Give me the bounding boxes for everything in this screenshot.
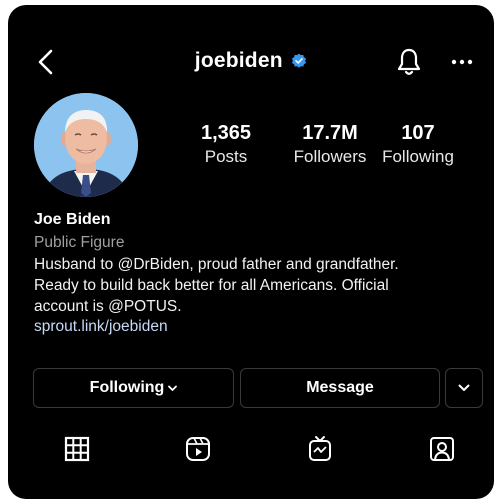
posts-value: 1,365: [200, 122, 252, 144]
chevron-down-icon: [458, 384, 470, 391]
profile-screen: joebiden 1,365 Posts 17.7M Followers 107…: [8, 5, 494, 499]
more-dots-icon[interactable]: [450, 57, 474, 67]
bio-line: account is @POTUS.: [34, 298, 182, 315]
posts-count[interactable]: 1,365 Posts: [188, 122, 264, 168]
following-value: 107: [401, 122, 435, 144]
message-button[interactable]: Message: [240, 368, 440, 408]
profile-category: Public Figure: [34, 234, 125, 251]
suggested-accounts-button[interactable]: [445, 368, 483, 408]
following-button[interactable]: Following: [33, 368, 234, 408]
avatar-photo: [34, 93, 138, 197]
followers-count[interactable]: 17.7M Followers: [280, 122, 380, 168]
following-count[interactable]: 107 Following: [378, 122, 458, 168]
profile-name: Joe Biden: [34, 211, 111, 228]
igtv-icon[interactable]: [306, 435, 334, 463]
posts-label: Posts: [204, 147, 248, 166]
message-button-label: Message: [306, 379, 374, 396]
username-title: joebiden: [194, 49, 283, 72]
reels-icon[interactable]: [184, 435, 212, 463]
tagged-icon[interactable]: [428, 435, 456, 463]
followers-value: 17.7M: [302, 122, 358, 144]
followers-label: Followers: [293, 147, 367, 166]
bio-line: Husband to @DrBiden, proud father and gr…: [34, 256, 399, 273]
following-button-label: Following: [89, 379, 165, 396]
bio-line: Ready to build back better for all Ameri…: [34, 277, 389, 294]
profile-bio: Husband to @DrBiden, proud father and gr…: [34, 254, 474, 317]
profile-link[interactable]: sprout.link/joebiden: [34, 318, 168, 336]
following-label: Following: [382, 147, 454, 166]
chevron-down-icon: [168, 385, 178, 391]
bell-icon[interactable]: [396, 47, 422, 77]
avatar[interactable]: [34, 93, 138, 197]
verified-badge-icon: [292, 53, 307, 68]
grid-icon[interactable]: [63, 435, 91, 463]
